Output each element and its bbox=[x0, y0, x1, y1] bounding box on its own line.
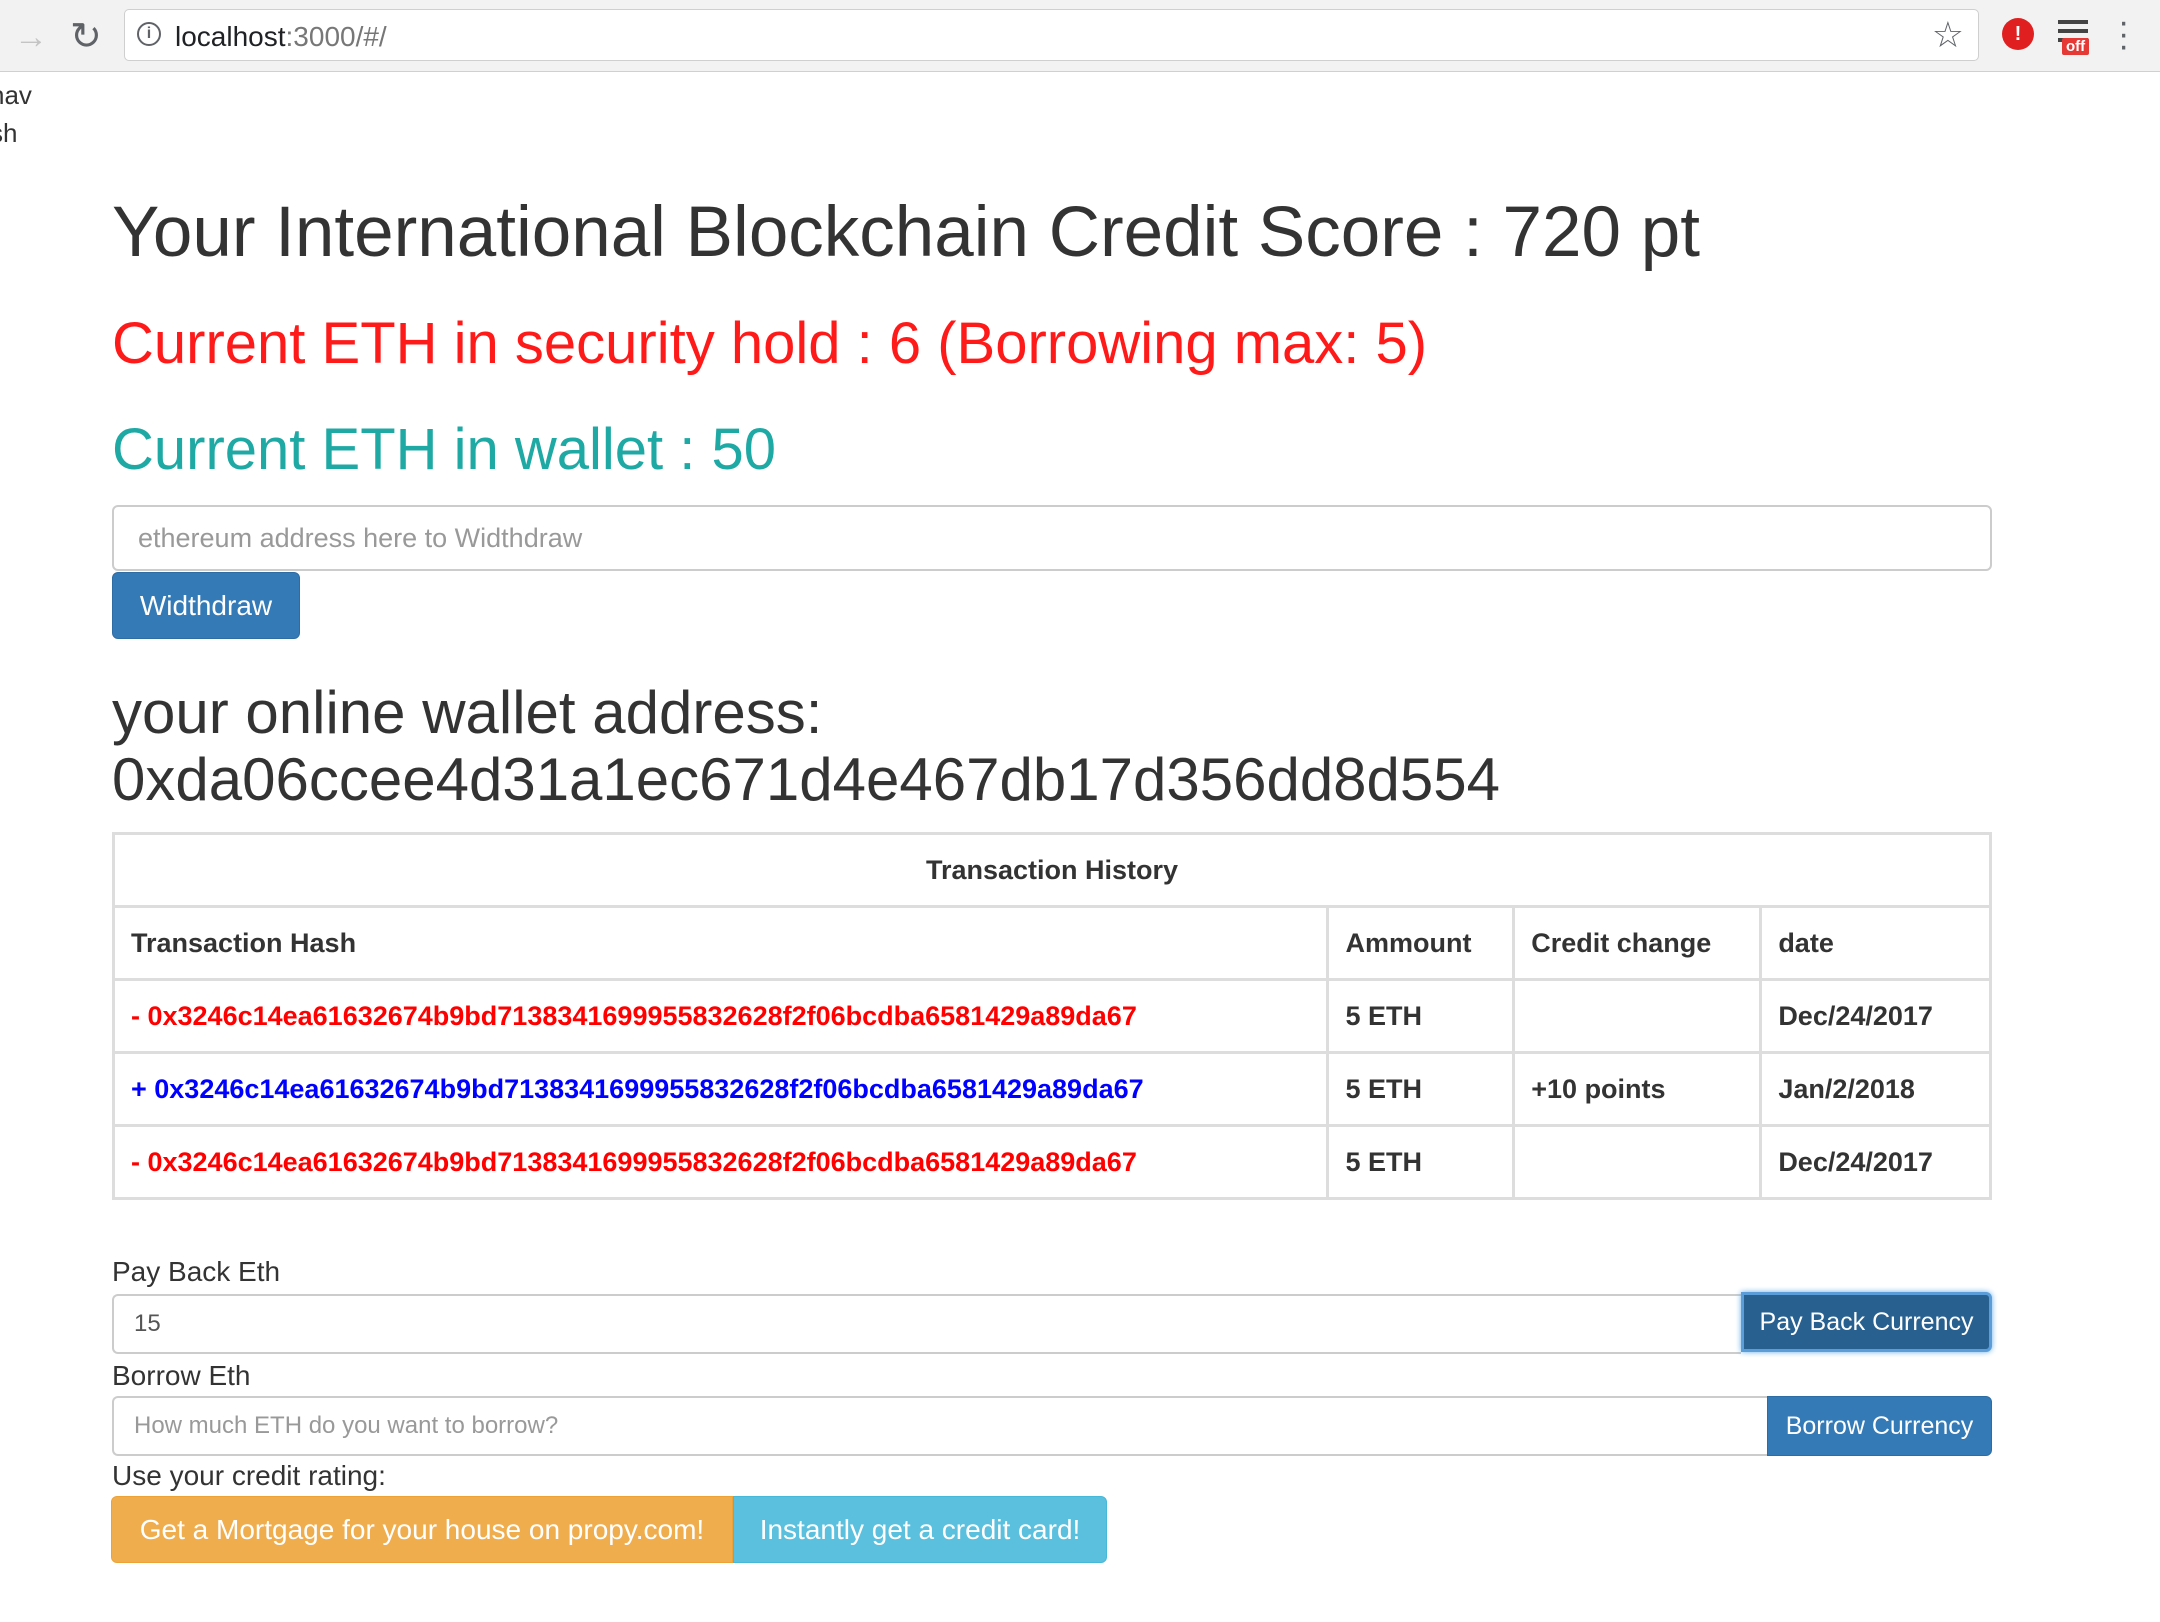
wallet-address-value: 0xda06ccee4d31a1ec671d4e467db17d356dd8d5… bbox=[112, 746, 1501, 813]
tx-amount: 5 ETH bbox=[1326, 1124, 1516, 1200]
withdraw-address-input[interactable] bbox=[112, 505, 1992, 571]
info-icon[interactable]: i bbox=[137, 22, 161, 46]
wallet-balance-text: Current ETH in wallet : 50 bbox=[112, 417, 777, 482]
tx-date: Dec/24/2017 bbox=[1759, 978, 1992, 1054]
tx-credit-change bbox=[1512, 978, 1763, 1054]
extension-off-badge: off bbox=[2062, 38, 2090, 55]
borrow-label: Borrow Eth bbox=[112, 1360, 251, 1391]
credit-card-button[interactable]: Instantly get a credit card! bbox=[733, 1496, 1107, 1563]
column-header-credit: Credit change bbox=[1512, 905, 1763, 981]
mortgage-button[interactable]: Get a Mortgage for your house on propy.c… bbox=[111, 1496, 733, 1563]
table-caption-row: Transaction History bbox=[112, 832, 1992, 908]
pay-back-label: Pay Back Eth bbox=[112, 1256, 281, 1287]
borrow-button[interactable]: Borrow Currency bbox=[1767, 1396, 1992, 1456]
table-row: + 0x3246c14ea61632674b9bd713834169995583… bbox=[111, 1051, 1992, 1127]
withdraw-button[interactable]: Widthdraw bbox=[112, 572, 300, 639]
table-row: - 0x3246c14ea61632674b9bd713834169995583… bbox=[111, 978, 1992, 1054]
column-header-date: date bbox=[1759, 905, 1992, 981]
url-path: :3000/#/ bbox=[285, 21, 387, 52]
side-text-2: sh bbox=[0, 118, 18, 148]
transaction-history-table: Transaction History Transaction Hash Amm… bbox=[111, 832, 1992, 1200]
pay-back-input[interactable] bbox=[112, 1294, 1741, 1354]
tx-hash: - 0x3246c14ea61632674b9bd713834169995583… bbox=[111, 1124, 1330, 1200]
credit-score-title: Your International Blockchain Credit Sco… bbox=[112, 193, 1700, 272]
tx-hash: + 0x3246c14ea61632674b9bd713834169995583… bbox=[111, 1051, 1330, 1127]
tx-credit-change: +10 points bbox=[1512, 1051, 1763, 1127]
list-extension-icon[interactable]: off bbox=[2058, 20, 2094, 60]
browser-toolbar: → ↻ i localhost:3000/#/ ☆ ! off · · · bbox=[0, 0, 2160, 72]
column-header-amount: Ammount bbox=[1326, 905, 1516, 981]
tx-amount: 5 ETH bbox=[1326, 1051, 1516, 1127]
address-bar[interactable]: i localhost:3000/#/ ☆ bbox=[124, 9, 1979, 61]
bookmark-star-icon[interactable]: ☆ bbox=[1932, 14, 1964, 56]
credit-rating-label: Use your credit rating: bbox=[112, 1460, 386, 1491]
url-text: localhost:3000/#/ bbox=[175, 21, 387, 53]
menu-dots-icon[interactable]: · · · bbox=[2118, 5, 2129, 63]
tx-credit-change bbox=[1512, 1124, 1763, 1200]
security-hold-text: Current ETH in security hold : 6 (Borrow… bbox=[112, 311, 1428, 376]
tx-date: Jan/2/2018 bbox=[1759, 1051, 1992, 1127]
tx-amount: 5 ETH bbox=[1326, 978, 1516, 1054]
forward-arrow-icon[interactable]: → bbox=[14, 18, 48, 57]
reload-icon[interactable]: ↻ bbox=[70, 14, 102, 59]
stop-extension-icon[interactable]: ! bbox=[2002, 18, 2034, 50]
table-header-row: Transaction Hash Ammount Credit change d… bbox=[111, 905, 1992, 981]
side-text-1: nav bbox=[0, 80, 32, 110]
pay-back-button[interactable]: Pay Back Currency bbox=[1741, 1292, 1992, 1352]
column-header-hash: Transaction Hash bbox=[111, 905, 1330, 981]
tx-date: Dec/24/2017 bbox=[1759, 1124, 1992, 1200]
wallet-address-label: your online wallet address: bbox=[112, 679, 823, 746]
borrow-amount-input[interactable] bbox=[112, 1396, 1767, 1456]
tx-hash: - 0x3246c14ea61632674b9bd713834169995583… bbox=[111, 978, 1330, 1054]
table-caption: Transaction History bbox=[112, 832, 1992, 908]
url-host: localhost bbox=[175, 21, 286, 52]
table-row: - 0x3246c14ea61632674b9bd713834169995583… bbox=[111, 1124, 1992, 1200]
